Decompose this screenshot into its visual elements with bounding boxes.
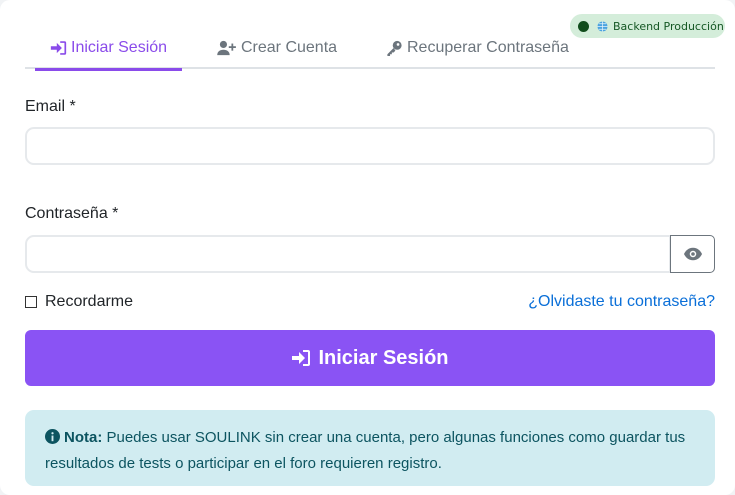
- sign-in-icon: [292, 350, 311, 366]
- info-circle-icon: [45, 429, 60, 444]
- eye-icon: [683, 247, 702, 261]
- note-title: Nota:: [64, 429, 103, 446]
- tab-create-account[interactable]: Crear Cuenta: [217, 26, 337, 69]
- password-field[interactable]: [25, 235, 671, 273]
- auth-card: Iniciar Sesión Crear Cuenta Recuperar Co…: [0, 0, 735, 495]
- remember-checkbox[interactable]: [25, 296, 37, 308]
- password-label: Contraseña *: [25, 205, 119, 222]
- tab-login-label: Iniciar Sesión: [71, 38, 168, 56]
- email-label: Email *: [25, 98, 76, 115]
- tab-recover-password[interactable]: Recuperar Contraseña: [386, 26, 569, 69]
- note-text: Puedes usar SOULINK sin crear una cuenta…: [45, 429, 686, 472]
- tab-login[interactable]: Iniciar Sesión: [35, 26, 183, 71]
- globe-icon: [597, 20, 608, 32]
- login-submit-button[interactable]: Iniciar Sesión: [25, 330, 715, 386]
- key-icon: [387, 40, 402, 56]
- backend-status-badge: Backend Producción: [570, 14, 725, 38]
- remember-label: Recordarme: [45, 293, 134, 310]
- remember-me[interactable]: Recordarme: [25, 293, 133, 311]
- tab-recover-label: Recuperar Contraseña: [407, 38, 569, 56]
- info-note: Nota: Puedes usar SOULINK sin crear una …: [25, 410, 715, 486]
- email-field[interactable]: [25, 127, 715, 165]
- submit-label: Iniciar Sesión: [318, 346, 449, 369]
- user-plus-icon: [217, 40, 236, 55]
- toggle-password-visibility-button[interactable]: [670, 235, 715, 273]
- backend-label: Backend Producción: [613, 19, 724, 33]
- tab-create-label: Crear Cuenta: [241, 38, 338, 56]
- sign-in-icon: [50, 40, 67, 55]
- status-dot: [578, 20, 589, 32]
- forgot-password-link[interactable]: ¿Olvidaste tu contraseña?: [528, 293, 715, 311]
